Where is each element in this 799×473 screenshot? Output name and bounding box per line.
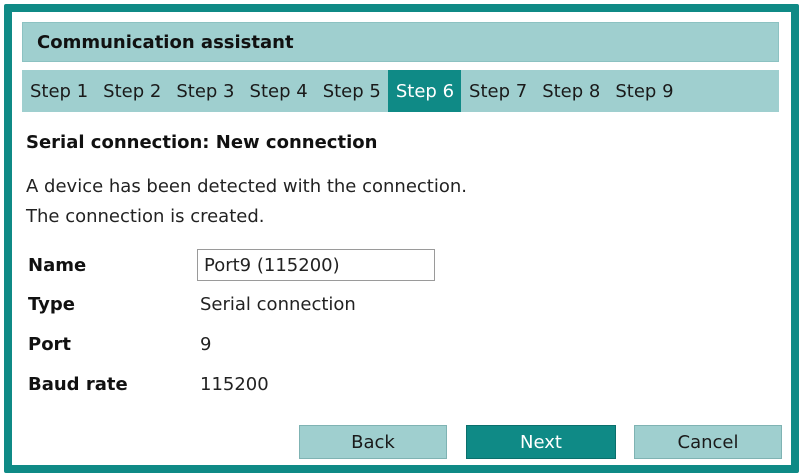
- tab-step-1[interactable]: Step 1: [22, 70, 95, 112]
- baud-rate-label: Baud rate: [28, 374, 128, 395]
- back-button[interactable]: Back: [299, 425, 447, 459]
- baud-rate-value: 115200: [200, 374, 269, 395]
- title-bar: Communication assistant: [22, 22, 779, 62]
- cancel-button[interactable]: Cancel: [634, 425, 782, 459]
- tab-step-3[interactable]: Step 3: [168, 70, 241, 112]
- communication-assistant-window: Communication assistant Step 1 Step 2 St…: [4, 4, 799, 473]
- type-value: Serial connection: [200, 294, 356, 315]
- description-line-2: The connection is created.: [26, 206, 265, 227]
- type-label: Type: [28, 294, 75, 315]
- port-value: 9: [200, 334, 212, 355]
- port-label: Port: [28, 334, 72, 355]
- window-title: Communication assistant: [37, 31, 294, 53]
- next-button[interactable]: Next: [466, 425, 616, 459]
- name-label: Name: [28, 255, 87, 276]
- tab-step-5[interactable]: Step 5: [315, 70, 388, 112]
- tab-step-7[interactable]: Step 7: [461, 70, 534, 112]
- section-title: Serial connection: New connection: [26, 132, 378, 153]
- name-input[interactable]: [197, 249, 435, 281]
- tab-step-2[interactable]: Step 2: [95, 70, 168, 112]
- tab-step-8[interactable]: Step 8: [534, 70, 607, 112]
- tab-step-4[interactable]: Step 4: [242, 70, 315, 112]
- step-navigation: Step 1 Step 2 Step 3 Step 4 Step 5 Step …: [22, 70, 779, 112]
- tab-step-6[interactable]: Step 6: [387, 70, 462, 112]
- tab-step-9[interactable]: Step 9: [607, 70, 680, 112]
- description-line-1: A device has been detected with the conn…: [26, 176, 467, 197]
